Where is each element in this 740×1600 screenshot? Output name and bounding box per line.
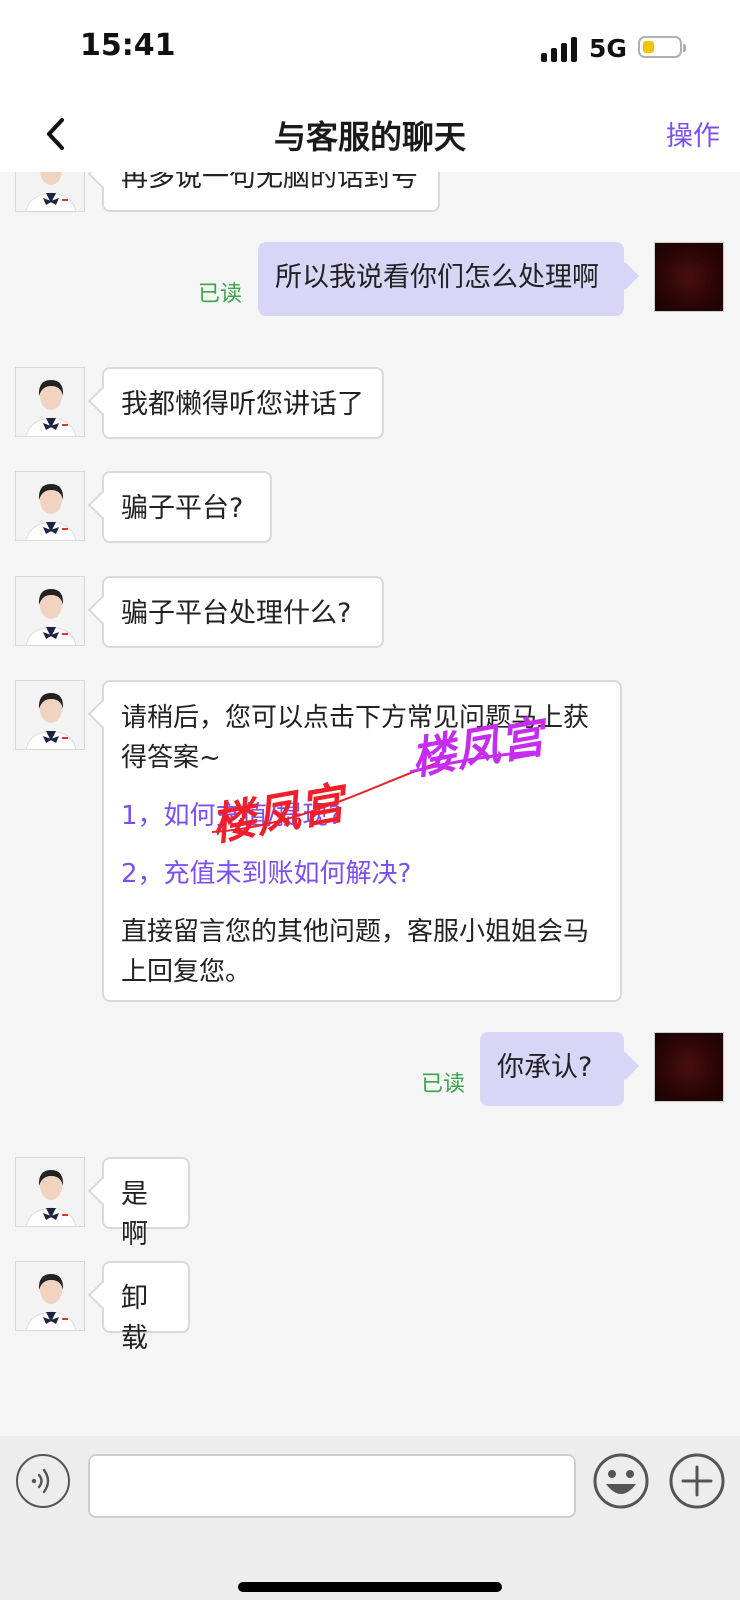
status-time: 15:41 bbox=[80, 28, 176, 63]
page-title: 与客服的聊天 bbox=[273, 118, 466, 156]
message-text: 是啊 bbox=[121, 1179, 148, 1250]
read-receipt: 已读 bbox=[421, 1072, 466, 1097]
message-bubble[interactable]: 再多说一句无脑的话封号 bbox=[102, 172, 440, 212]
user-avatar[interactable] bbox=[654, 242, 724, 312]
agent-avatar[interactable] bbox=[15, 471, 85, 541]
faq-outro: 直接留言您的其他问题，客服小姐姐会马上回复您。 bbox=[121, 917, 590, 987]
voice-icon bbox=[31, 1468, 50, 1494]
message-text: 你承认? bbox=[497, 1052, 593, 1083]
battery-level bbox=[643, 41, 654, 53]
battery-icon bbox=[638, 36, 686, 58]
message-text: 卸载 bbox=[121, 1283, 148, 1354]
emoji-button[interactable] bbox=[592, 1452, 650, 1510]
message-text: 再多说一句无脑的话封号 bbox=[121, 172, 418, 193]
input-bar bbox=[0, 1436, 740, 1600]
home-indicator[interactable] bbox=[238, 1582, 502, 1592]
read-receipt: 已读 bbox=[198, 282, 243, 307]
user-avatar[interactable] bbox=[654, 1032, 724, 1102]
cellular-signal-icon bbox=[541, 36, 579, 62]
message-text: 骗子平台? bbox=[121, 493, 244, 524]
actions-button[interactable]: 操作 bbox=[666, 114, 720, 153]
message-bubble[interactable]: 卸载 bbox=[102, 1261, 190, 1354]
message-bubble[interactable]: 是啊 bbox=[102, 1157, 190, 1250]
agent-avatar[interactable] bbox=[15, 172, 85, 212]
message-text: 骗子平台处理什么? bbox=[121, 598, 352, 629]
nav-bar: 与客服的聊天 操作 bbox=[0, 96, 740, 172]
agent-avatar[interactable] bbox=[15, 367, 85, 437]
emoji-icon bbox=[593, 1453, 649, 1509]
agent-avatar-icon bbox=[16, 681, 84, 749]
agent-avatar-icon bbox=[16, 577, 84, 645]
agent-avatar-icon bbox=[16, 172, 84, 211]
agent-avatar[interactable] bbox=[15, 680, 85, 750]
plus-icon bbox=[669, 1453, 725, 1509]
chat-list[interactable]: 再多说一句无脑的话封号 已读 所以我说看你们怎么处理啊 我都懒得听您讲话了 骗子… bbox=[0, 172, 740, 1436]
message-bubble[interactable]: 我都懒得听您讲话了 bbox=[102, 367, 384, 439]
message-bubble[interactable]: 所以我说看你们怎么处理啊 bbox=[258, 242, 624, 316]
agent-avatar[interactable] bbox=[15, 1157, 85, 1227]
network-type: 5G bbox=[589, 34, 627, 63]
message-bubble[interactable]: 骗子平台处理什么? bbox=[102, 576, 384, 648]
status-bar: 15:41 5G bbox=[0, 0, 740, 96]
message-bubble[interactable]: 你承认? bbox=[480, 1032, 624, 1106]
agent-avatar-icon bbox=[16, 1262, 84, 1330]
agent-avatar[interactable] bbox=[15, 576, 85, 646]
message-input[interactable] bbox=[88, 1454, 576, 1518]
add-button[interactable] bbox=[668, 1452, 726, 1510]
agent-avatar-icon bbox=[16, 472, 84, 540]
agent-avatar-icon bbox=[16, 368, 84, 436]
agent-avatar-icon bbox=[16, 1158, 84, 1226]
message-text: 所以我说看你们怎么处理啊 bbox=[275, 262, 599, 293]
faq-link[interactable]: 2，充值未到账如何解决? bbox=[121, 854, 603, 894]
message-text: 我都懒得听您讲话了 bbox=[121, 389, 364, 420]
agent-avatar[interactable] bbox=[15, 1261, 85, 1331]
voice-button[interactable] bbox=[16, 1454, 70, 1508]
message-bubble[interactable]: 骗子平台? bbox=[102, 471, 272, 543]
